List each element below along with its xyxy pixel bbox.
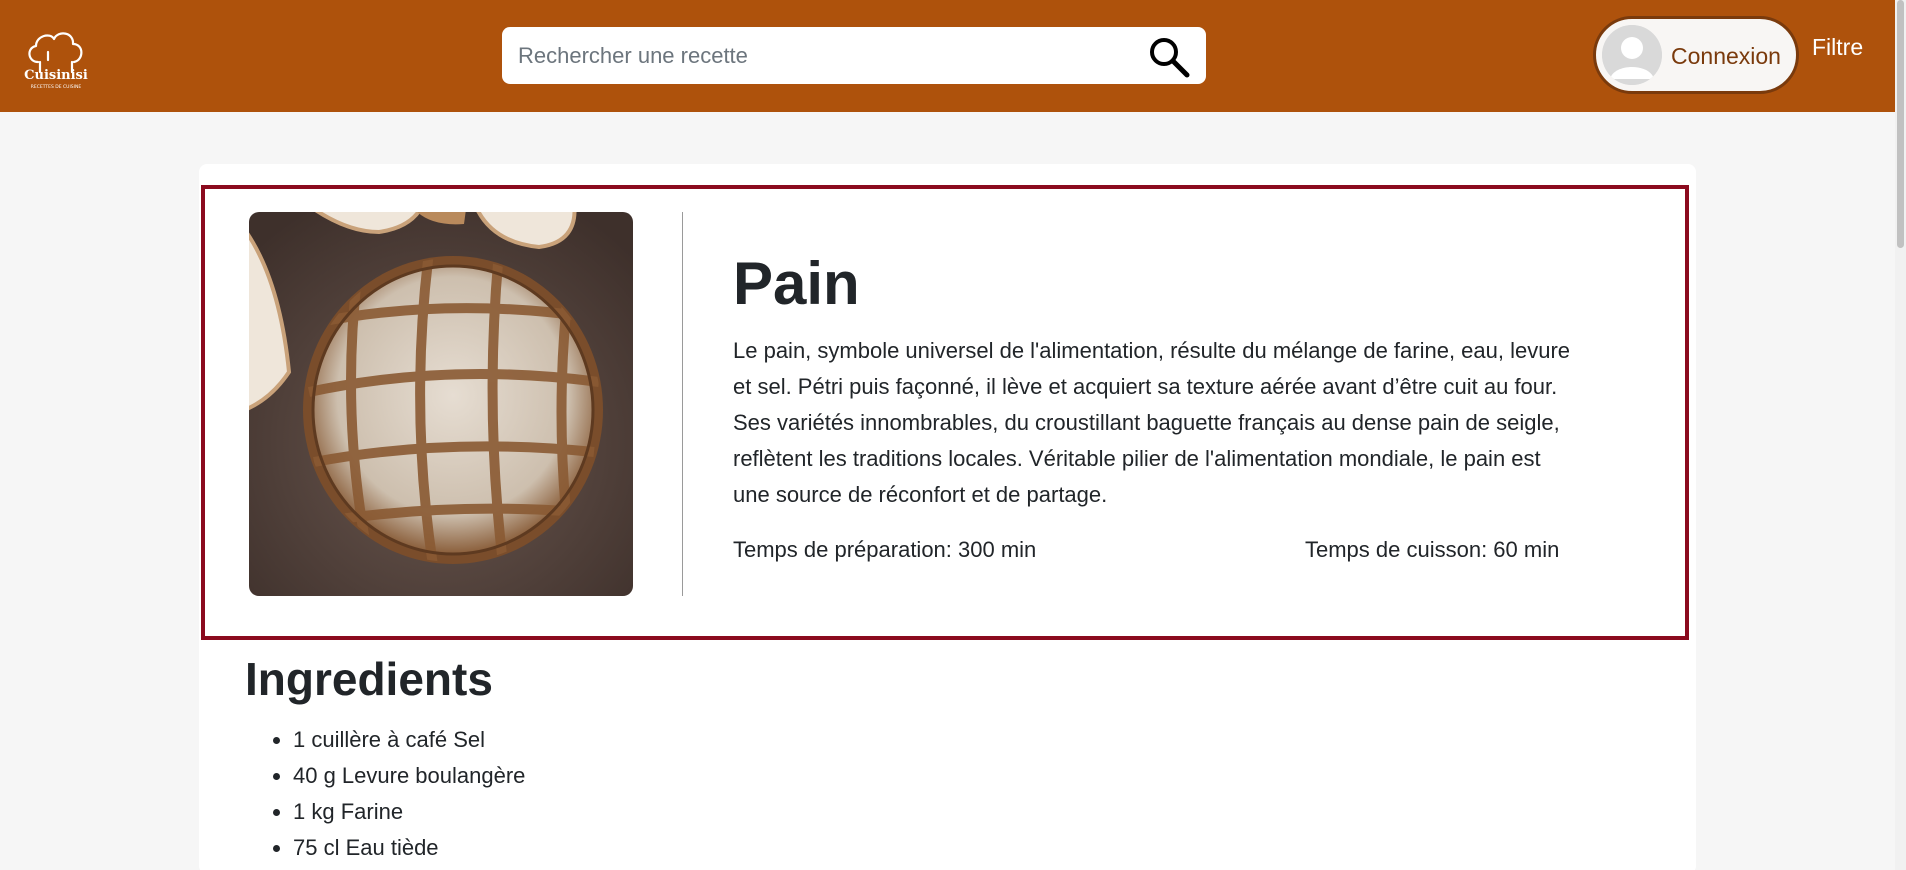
ingredient-item: 1 kg Farine bbox=[293, 794, 525, 830]
page-scrollbar[interactable] bbox=[1895, 0, 1906, 870]
logo[interactable]: Cuisinisi RECETTES DE CUISINE bbox=[20, 22, 92, 94]
logo-text: Cuisinisi bbox=[24, 68, 88, 83]
ingredient-item: 1 cuillère à café Sel bbox=[293, 722, 525, 758]
user-avatar-icon bbox=[1602, 25, 1662, 85]
filter-link[interactable]: Filtre bbox=[1812, 34, 1863, 61]
cook-time: Temps de cuisson: 60 min bbox=[1305, 537, 1560, 562]
recipe-image bbox=[249, 212, 633, 596]
vertical-divider bbox=[682, 212, 683, 596]
recipe-description: Le pain, symbole universel de l'alimenta… bbox=[733, 338, 1571, 507]
search-input[interactable] bbox=[518, 35, 1118, 76]
chef-hat-icon bbox=[28, 32, 83, 74]
search-bar bbox=[502, 27, 1206, 84]
prep-time: Temps de préparation: 300 min bbox=[733, 537, 1037, 562]
ingredients-list: 1 cuillère à café Sel 40 g Levure boulan… bbox=[293, 722, 525, 866]
top-navbar: Cuisinisi RECETTES DE CUISINE Connexion … bbox=[0, 0, 1895, 112]
logo-subtext: RECETTES DE CUISINE bbox=[31, 84, 82, 90]
ingredient-item: 75 cl Eau tiède bbox=[293, 830, 525, 866]
ingredient-item: 40 g Levure boulangère bbox=[293, 758, 525, 794]
recipe-title: Pain bbox=[733, 250, 860, 317]
login-label: Connexion bbox=[1671, 43, 1781, 69]
ingredients-heading: Ingredients bbox=[245, 653, 493, 705]
scrollbar-thumb[interactable] bbox=[1897, 0, 1904, 248]
search-icon[interactable] bbox=[1147, 35, 1191, 79]
recipe-card: Pain Le pain, symbole universel de l'ali… bbox=[201, 185, 1689, 640]
login-button[interactable]: Connexion bbox=[1593, 16, 1799, 94]
